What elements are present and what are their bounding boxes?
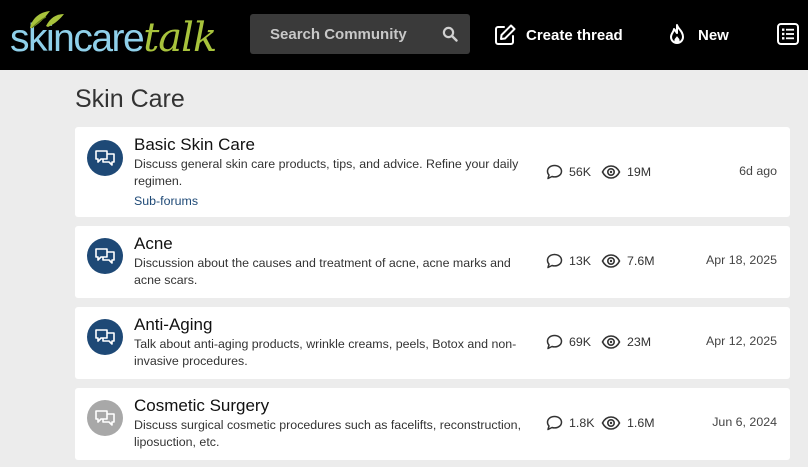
views-value: 7.6M bbox=[627, 254, 655, 268]
forum-icon bbox=[87, 140, 123, 176]
threads-count: 56K bbox=[546, 164, 591, 180]
eye-icon bbox=[601, 254, 621, 268]
comment-icon bbox=[546, 334, 563, 350]
eye-icon bbox=[601, 335, 621, 349]
logo-text-talk: talk bbox=[143, 15, 217, 61]
views-count: 1.6M bbox=[601, 415, 655, 431]
new-posts-button[interactable]: New bbox=[665, 18, 729, 52]
new-label: New bbox=[698, 26, 729, 44]
search-input[interactable] bbox=[250, 14, 435, 54]
create-thread-button[interactable]: Create thread bbox=[493, 18, 623, 52]
subforums-link[interactable]: Sub-forums bbox=[134, 194, 198, 208]
forum-icon bbox=[87, 400, 123, 436]
forum-description: Discuss general skin care products, tips… bbox=[134, 157, 519, 188]
leaf-icon bbox=[30, 11, 64, 29]
comment-icon bbox=[546, 164, 563, 180]
threads-value: 69K bbox=[569, 335, 592, 349]
threads-value: 56K bbox=[569, 165, 592, 179]
threads-value: 1.8K bbox=[569, 416, 595, 430]
threads-count: 13K bbox=[546, 253, 591, 269]
forum-title[interactable]: Cosmetic Surgery bbox=[134, 396, 269, 416]
views-count: 19M bbox=[601, 164, 651, 180]
threads-count: 1.8K bbox=[546, 415, 595, 431]
forum-row: Acne Discussion about the causes and tre… bbox=[75, 226, 790, 298]
flame-icon bbox=[670, 24, 684, 44]
threads-value: 13K bbox=[569, 254, 592, 268]
forum-icon bbox=[87, 238, 123, 274]
views-value: 23M bbox=[627, 335, 652, 349]
last-post-date[interactable]: Jun 6, 2024 bbox=[712, 415, 777, 429]
edit-icon bbox=[495, 24, 516, 45]
chat-bubbles-icon bbox=[95, 248, 115, 264]
site-logo[interactable]: skincare talk bbox=[10, 8, 230, 62]
chat-bubbles-icon bbox=[95, 329, 115, 345]
views-count: 23M bbox=[601, 334, 651, 350]
forum-description: Discussion about the causes and treatmen… bbox=[134, 256, 511, 287]
chat-bubbles-icon bbox=[95, 410, 115, 426]
forum-icon bbox=[87, 319, 123, 355]
forum-title[interactable]: Acne bbox=[134, 234, 173, 254]
eye-icon bbox=[601, 416, 621, 430]
threads-count: 69K bbox=[546, 334, 591, 350]
views-count: 7.6M bbox=[601, 253, 655, 269]
forum-title[interactable]: Basic Skin Care bbox=[134, 135, 255, 155]
forum-description: Talk about anti-aging products, wrinkle … bbox=[134, 337, 517, 368]
forum-title[interactable]: Anti-Aging bbox=[134, 315, 212, 335]
last-post-date[interactable]: Apr 12, 2025 bbox=[706, 334, 777, 348]
last-post-date[interactable]: 6d ago bbox=[739, 164, 777, 178]
last-post-date[interactable]: Apr 18, 2025 bbox=[706, 253, 777, 267]
forum-row: Basic Skin Care Discuss general skin car… bbox=[75, 127, 790, 217]
comment-icon bbox=[546, 415, 563, 431]
views-value: 19M bbox=[627, 165, 652, 179]
section-title: Skin Care bbox=[75, 85, 185, 113]
search-icon[interactable] bbox=[442, 26, 458, 42]
forum-row: Anti-Aging Talk about anti-aging product… bbox=[75, 307, 790, 379]
top-header: skincare talk Create thread New bbox=[0, 0, 808, 70]
comment-icon bbox=[546, 253, 563, 269]
list-menu-icon[interactable] bbox=[776, 22, 800, 46]
eye-icon bbox=[601, 165, 621, 179]
search-box bbox=[250, 14, 470, 54]
views-value: 1.6M bbox=[627, 416, 655, 430]
create-thread-label: Create thread bbox=[526, 26, 623, 44]
forum-row: Cosmetic Surgery Discuss surgical cosmet… bbox=[75, 388, 790, 460]
chat-bubbles-icon bbox=[95, 150, 115, 166]
forum-description: Discuss surgical cosmetic procedures suc… bbox=[134, 418, 522, 449]
